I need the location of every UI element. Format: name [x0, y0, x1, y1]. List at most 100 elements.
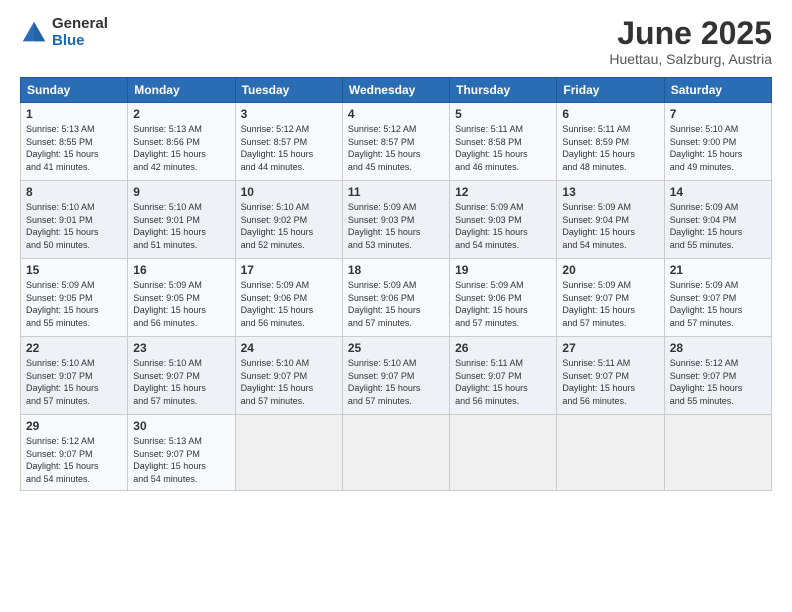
- table-row: 12 Sunrise: 5:09 AM Sunset: 9:03 PM Dayli…: [450, 181, 557, 259]
- day-number: 15: [26, 263, 122, 277]
- calendar-subtitle: Huettau, Salzburg, Austria: [609, 51, 772, 67]
- day-number: 4: [348, 107, 444, 121]
- table-row: 7 Sunrise: 5:10 AM Sunset: 9:00 PM Daylig…: [664, 103, 771, 181]
- table-row: 10 Sunrise: 5:10 AM Sunset: 9:02 PM Dayli…: [235, 181, 342, 259]
- table-row: 19 Sunrise: 5:09 AM Sunset: 9:06 PM Dayli…: [450, 259, 557, 337]
- day-number: 7: [670, 107, 766, 121]
- col-saturday: Saturday: [664, 78, 771, 103]
- table-row: 15 Sunrise: 5:09 AM Sunset: 9:05 PM Dayli…: [21, 259, 128, 337]
- table-row: 2 Sunrise: 5:13 AM Sunset: 8:56 PM Daylig…: [128, 103, 235, 181]
- day-info: Sunrise: 5:11 AM Sunset: 8:58 PM Dayligh…: [455, 123, 551, 173]
- logo: General Blue: [20, 16, 108, 49]
- day-info: Sunrise: 5:09 AM Sunset: 9:03 PM Dayligh…: [348, 201, 444, 251]
- day-number: 14: [670, 185, 766, 199]
- table-row: 26 Sunrise: 5:11 AM Sunset: 9:07 PM Dayli…: [450, 337, 557, 415]
- table-row: 3 Sunrise: 5:12 AM Sunset: 8:57 PM Daylig…: [235, 103, 342, 181]
- day-number: 26: [455, 341, 551, 355]
- day-number: 18: [348, 263, 444, 277]
- day-number: 20: [562, 263, 658, 277]
- table-row: 30 Sunrise: 5:13 AM Sunset: 9:07 PM Dayli…: [128, 415, 235, 490]
- table-row: 25 Sunrise: 5:10 AM Sunset: 9:07 PM Dayli…: [342, 337, 449, 415]
- day-info: Sunrise: 5:09 AM Sunset: 9:06 PM Dayligh…: [241, 279, 337, 329]
- day-info: Sunrise: 5:12 AM Sunset: 9:07 PM Dayligh…: [670, 357, 766, 407]
- table-row: 18 Sunrise: 5:09 AM Sunset: 9:06 PM Dayli…: [342, 259, 449, 337]
- table-row: [450, 415, 557, 490]
- table-row: 20 Sunrise: 5:09 AM Sunset: 9:07 PM Dayli…: [557, 259, 664, 337]
- day-info: Sunrise: 5:10 AM Sunset: 9:07 PM Dayligh…: [241, 357, 337, 407]
- col-friday: Friday: [557, 78, 664, 103]
- day-number: 1: [26, 107, 122, 121]
- col-monday: Monday: [128, 78, 235, 103]
- table-row: 1 Sunrise: 5:13 AM Sunset: 8:55 PM Daylig…: [21, 103, 128, 181]
- day-number: 23: [133, 341, 229, 355]
- day-info: Sunrise: 5:11 AM Sunset: 9:07 PM Dayligh…: [562, 357, 658, 407]
- logo-blue-text: Blue: [52, 33, 108, 50]
- day-info: Sunrise: 5:09 AM Sunset: 9:04 PM Dayligh…: [562, 201, 658, 251]
- table-row: 27Sunrise: 5:11 AM Sunset: 9:07 PM Dayli…: [557, 337, 664, 415]
- table-row: 23Sunrise: 5:10 AM Sunset: 9:07 PM Dayli…: [128, 337, 235, 415]
- day-number: 21: [670, 263, 766, 277]
- day-info: Sunrise: 5:12 AM Sunset: 8:57 PM Dayligh…: [241, 123, 337, 173]
- day-number: 10: [241, 185, 337, 199]
- col-thursday: Thursday: [450, 78, 557, 103]
- day-number: 6: [562, 107, 658, 121]
- day-info: Sunrise: 5:10 AM Sunset: 9:07 PM Dayligh…: [26, 357, 122, 407]
- col-sunday: Sunday: [21, 78, 128, 103]
- table-row: 14Sunrise: 5:09 AM Sunset: 9:04 PM Dayli…: [664, 181, 771, 259]
- day-info: Sunrise: 5:10 AM Sunset: 9:01 PM Dayligh…: [26, 201, 122, 251]
- day-number: 30: [133, 419, 229, 433]
- day-info: Sunrise: 5:09 AM Sunset: 9:03 PM Dayligh…: [455, 201, 551, 251]
- day-info: Sunrise: 5:09 AM Sunset: 9:05 PM Dayligh…: [26, 279, 122, 329]
- table-row: 17Sunrise: 5:09 AM Sunset: 9:06 PM Dayli…: [235, 259, 342, 337]
- day-number: 12: [455, 185, 551, 199]
- table-row: 11 Sunrise: 5:09 AM Sunset: 9:03 PM Dayli…: [342, 181, 449, 259]
- day-info: Sunrise: 5:10 AM Sunset: 9:01 PM Dayligh…: [133, 201, 229, 251]
- day-info: Sunrise: 5:09 AM Sunset: 9:06 PM Dayligh…: [455, 279, 551, 329]
- day-number: 16: [133, 263, 229, 277]
- day-number: 8: [26, 185, 122, 199]
- day-number: 11: [348, 185, 444, 199]
- day-number: 24: [241, 341, 337, 355]
- header-row: Sunday Monday Tuesday Wednesday Thursday…: [21, 78, 772, 103]
- page: General Blue June 2025 Huettau, Salzburg…: [0, 0, 792, 612]
- header: General Blue June 2025 Huettau, Salzburg…: [20, 16, 772, 67]
- table-row: 16 Sunrise: 5:09 AM Sunset: 9:05 PM Dayli…: [128, 259, 235, 337]
- table-row: 9 Sunrise: 5:10 AM Sunset: 9:01 PM Daylig…: [128, 181, 235, 259]
- day-info: Sunrise: 5:09 AM Sunset: 9:07 PM Dayligh…: [562, 279, 658, 329]
- day-info: Sunrise: 5:12 AM Sunset: 8:57 PM Dayligh…: [348, 123, 444, 173]
- table-row: 29 Sunrise: 5:12 AM Sunset: 9:07 PM Dayli…: [21, 415, 128, 490]
- day-info: Sunrise: 5:09 AM Sunset: 9:05 PM Dayligh…: [133, 279, 229, 329]
- day-number: 3: [241, 107, 337, 121]
- day-number: 19: [455, 263, 551, 277]
- col-wednesday: Wednesday: [342, 78, 449, 103]
- day-info: Sunrise: 5:10 AM Sunset: 9:02 PM Dayligh…: [241, 201, 337, 251]
- logo-icon: [20, 19, 48, 47]
- calendar-title: June 2025: [609, 16, 772, 51]
- table-row: [664, 415, 771, 490]
- table-row: [342, 415, 449, 490]
- title-block: June 2025 Huettau, Salzburg, Austria: [609, 16, 772, 67]
- table-row: [557, 415, 664, 490]
- day-number: 5: [455, 107, 551, 121]
- day-info: Sunrise: 5:11 AM Sunset: 9:07 PM Dayligh…: [455, 357, 551, 407]
- table-row: 22 Sunrise: 5:10 AM Sunset: 9:07 PM Dayli…: [21, 337, 128, 415]
- day-number: 9: [133, 185, 229, 199]
- logo-general-text: General: [52, 16, 108, 33]
- day-info: Sunrise: 5:13 AM Sunset: 9:07 PM Dayligh…: [133, 435, 229, 485]
- day-info: Sunrise: 5:12 AM Sunset: 9:07 PM Dayligh…: [26, 435, 122, 485]
- day-number: 29: [26, 419, 122, 433]
- day-info: Sunrise: 5:11 AM Sunset: 8:59 PM Dayligh…: [562, 123, 658, 173]
- day-number: 2: [133, 107, 229, 121]
- day-number: 22: [26, 341, 122, 355]
- day-info: Sunrise: 5:09 AM Sunset: 9:06 PM Dayligh…: [348, 279, 444, 329]
- calendar-table: Sunday Monday Tuesday Wednesday Thursday…: [20, 77, 772, 490]
- day-info: Sunrise: 5:09 AM Sunset: 9:07 PM Dayligh…: [670, 279, 766, 329]
- day-info: Sunrise: 5:13 AM Sunset: 8:55 PM Dayligh…: [26, 123, 122, 173]
- day-number: 25: [348, 341, 444, 355]
- day-info: Sunrise: 5:10 AM Sunset: 9:00 PM Dayligh…: [670, 123, 766, 173]
- day-info: Sunrise: 5:13 AM Sunset: 8:56 PM Dayligh…: [133, 123, 229, 173]
- day-number: 13: [562, 185, 658, 199]
- day-info: Sunrise: 5:10 AM Sunset: 9:07 PM Dayligh…: [348, 357, 444, 407]
- table-row: 28Sunrise: 5:12 AM Sunset: 9:07 PM Dayli…: [664, 337, 771, 415]
- table-row: 21 Sunrise: 5:09 AM Sunset: 9:07 PM Dayli…: [664, 259, 771, 337]
